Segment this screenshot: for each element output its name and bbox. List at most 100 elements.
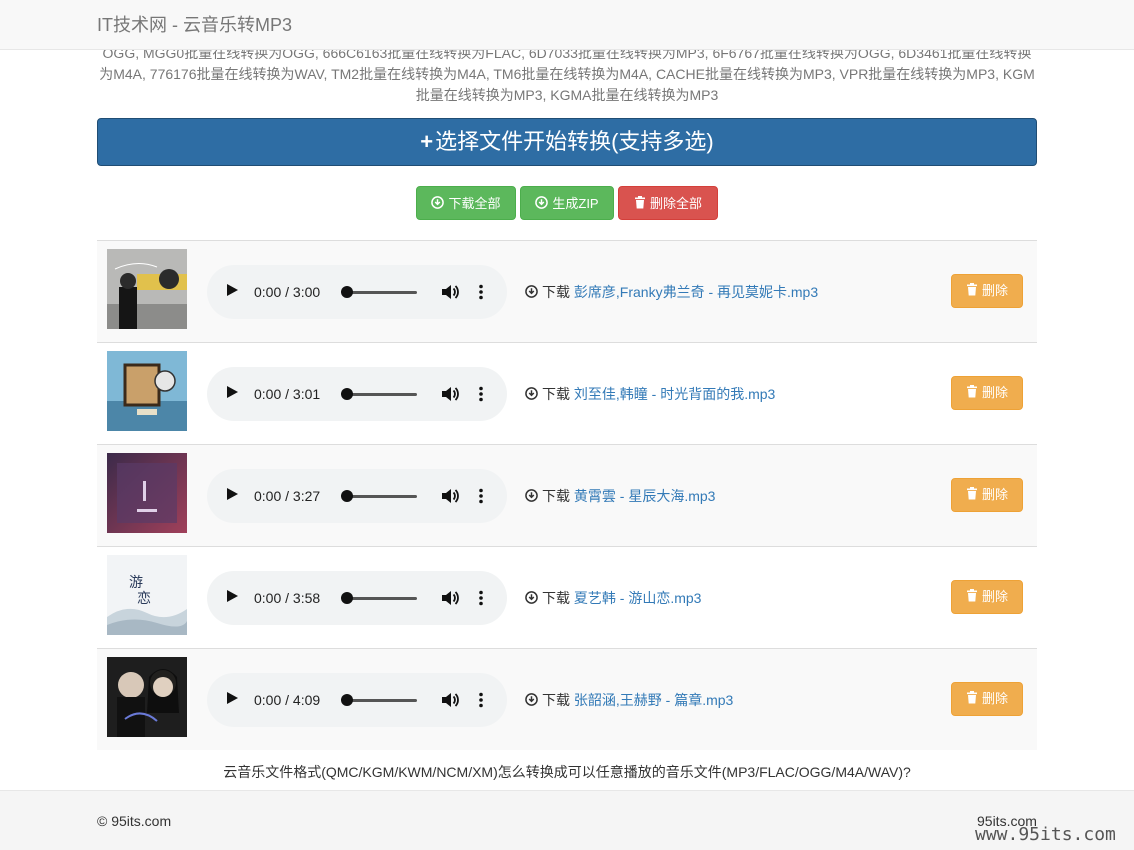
play-icon[interactable] (227, 284, 238, 296)
play-icon[interactable] (227, 692, 238, 704)
copyright-text: © 95its.com (97, 813, 172, 829)
progress-slider[interactable] (345, 597, 417, 600)
trash-icon (966, 276, 978, 308)
download-file-link[interactable]: 张韶涵,王赫野 - 篇章.mp3 (574, 692, 733, 708)
play-icon[interactable] (227, 386, 238, 398)
delete-label: 删除 (981, 283, 1008, 298)
time-display: 0:00 / 3:00 (254, 284, 321, 300)
plus-icon: + (420, 129, 434, 154)
select-files-label: 选择文件开始转换(支持多选) (435, 129, 714, 154)
download-link-group: 下载 黄霄雲 - 星辰大海.mp3 (525, 486, 715, 507)
faq-question: 云音乐文件格式(QMC/KGM/KWM/NCM/XM)怎么转换成可以任意播放的音… (223, 764, 911, 780)
volume-icon[interactable] (441, 692, 459, 711)
delete-all-button[interactable]: 删除全部 (618, 186, 718, 220)
time-display: 0:00 / 3:58 (254, 590, 321, 606)
progress-knob[interactable] (341, 286, 353, 298)
progress-slider[interactable] (345, 291, 417, 294)
more-options-icon[interactable] (479, 386, 483, 405)
download-link-group: 下载 刘至佳,韩瞳 - 时光背面的我.mp3 (525, 384, 775, 405)
audio-player: 0:00 / 3:27 (207, 469, 507, 523)
svg-text:恋: 恋 (137, 590, 151, 607)
download-circle-icon (431, 188, 445, 222)
delete-track-button[interactable]: 删除 (951, 682, 1023, 716)
delete-label: 删除 (981, 385, 1008, 400)
download-label: 下载 (542, 284, 570, 300)
delete-track-button[interactable]: 删除 (951, 376, 1023, 410)
download-circle-icon (535, 188, 549, 222)
make-zip-label: 生成ZIP (552, 196, 599, 211)
trash-icon (966, 378, 978, 410)
trash-icon (966, 582, 978, 614)
trash-icon (634, 188, 646, 222)
album-cover (107, 657, 187, 737)
audio-player: 0:00 / 3:01 (207, 367, 507, 421)
footer: © 95its.com 95its.com www.95its.com (0, 790, 1134, 850)
download-circle-icon (525, 589, 538, 609)
delete-all-label: 删除全部 (649, 196, 702, 211)
progress-knob[interactable] (341, 694, 353, 706)
more-options-icon[interactable] (479, 488, 483, 507)
audio-player: 0:00 / 3:00 (207, 265, 507, 319)
delete-track-button[interactable]: 删除 (951, 580, 1023, 614)
make-zip-button[interactable]: 生成ZIP (520, 186, 614, 220)
track-row: 0:00 / 3:00 下载 彭席彦,Franky弗兰奇 - 再见莫妮卡.mp3… (97, 240, 1037, 342)
supported-formats-text: OGG, MGG0批量在线转换为OGG, 666C6163批量在线转换为FLAC… (99, 45, 1035, 103)
download-label: 下载 (542, 386, 570, 402)
time-display: 0:00 / 3:27 (254, 488, 321, 504)
download-link-group: 下载 张韶涵,王赫野 - 篇章.mp3 (525, 690, 733, 711)
time-display: 0:00 / 4:09 (254, 692, 321, 708)
album-cover: 游恋 (107, 555, 187, 635)
download-file-link[interactable]: 刘至佳,韩瞳 - 时光背面的我.mp3 (574, 386, 775, 402)
track-row: 游恋 0:00 / 3:58 下载 夏艺韩 - 游山恋.mp3 删除 (97, 546, 1037, 648)
download-circle-icon (525, 487, 538, 507)
more-options-icon[interactable] (479, 692, 483, 711)
progress-knob[interactable] (341, 592, 353, 604)
audio-player: 0:00 / 4:09 (207, 673, 507, 727)
delete-track-button[interactable]: 删除 (951, 478, 1023, 512)
delete-label: 删除 (981, 487, 1008, 502)
audio-player: 0:00 / 3:58 (207, 571, 507, 625)
download-link-group: 下载 夏艺韩 - 游山恋.mp3 (525, 588, 701, 609)
navbar: IT技术网 - 云音乐转MP3 (0, 0, 1134, 50)
download-file-link[interactable]: 黄霄雲 - 星辰大海.mp3 (574, 488, 716, 504)
download-link-group: 下载 彭席彦,Franky弗兰奇 - 再见莫妮卡.mp3 (525, 282, 818, 303)
progress-slider[interactable] (345, 699, 417, 702)
progress-knob[interactable] (341, 490, 353, 502)
download-circle-icon (525, 691, 538, 711)
more-options-icon[interactable] (479, 590, 483, 609)
play-icon[interactable] (227, 590, 238, 602)
svg-text:游: 游 (129, 575, 143, 591)
trash-icon (966, 684, 978, 716)
track-row: 0:00 / 3:27 下载 黄霄雲 - 星辰大海.mp3 删除 (97, 444, 1037, 546)
volume-icon[interactable] (441, 590, 459, 609)
progress-slider[interactable] (345, 393, 417, 396)
bulk-actions: 下载全部 生成ZIP 删除全部 (0, 186, 1134, 220)
download-circle-icon (525, 283, 538, 303)
download-all-button[interactable]: 下载全部 (416, 186, 516, 220)
track-row: 0:00 / 3:01 下载 刘至佳,韩瞳 - 时光背面的我.mp3 删除 (97, 342, 1037, 444)
delete-label: 删除 (981, 691, 1008, 706)
trash-icon (966, 480, 978, 512)
watermark-text: www.95its.com (975, 824, 1116, 845)
volume-icon[interactable] (441, 284, 459, 303)
delete-label: 删除 (981, 589, 1008, 604)
volume-icon[interactable] (441, 488, 459, 507)
album-cover (107, 351, 187, 431)
download-file-link[interactable]: 夏艺韩 - 游山恋.mp3 (574, 590, 702, 606)
delete-track-button[interactable]: 删除 (951, 274, 1023, 308)
play-icon[interactable] (227, 488, 238, 500)
volume-icon[interactable] (441, 386, 459, 405)
album-cover (107, 249, 187, 329)
brand-link[interactable]: IT技术网 - 云音乐转MP3 (97, 14, 292, 36)
progress-knob[interactable] (341, 388, 353, 400)
download-file-link[interactable]: 彭席彦,Franky弗兰奇 - 再见莫妮卡.mp3 (574, 284, 818, 300)
progress-slider[interactable] (345, 495, 417, 498)
download-circle-icon (525, 385, 538, 405)
download-all-label: 下载全部 (448, 196, 501, 211)
track-list: 0:00 / 3:00 下载 彭席彦,Franky弗兰奇 - 再见莫妮卡.mp3… (97, 240, 1037, 750)
time-display: 0:00 / 3:01 (254, 386, 321, 402)
download-label: 下载 (542, 692, 570, 708)
select-files-button[interactable]: +选择文件开始转换(支持多选) (97, 118, 1037, 166)
track-row: 0:00 / 4:09 下载 张韶涵,王赫野 - 篇章.mp3 删除 (97, 648, 1037, 750)
more-options-icon[interactable] (479, 284, 483, 303)
